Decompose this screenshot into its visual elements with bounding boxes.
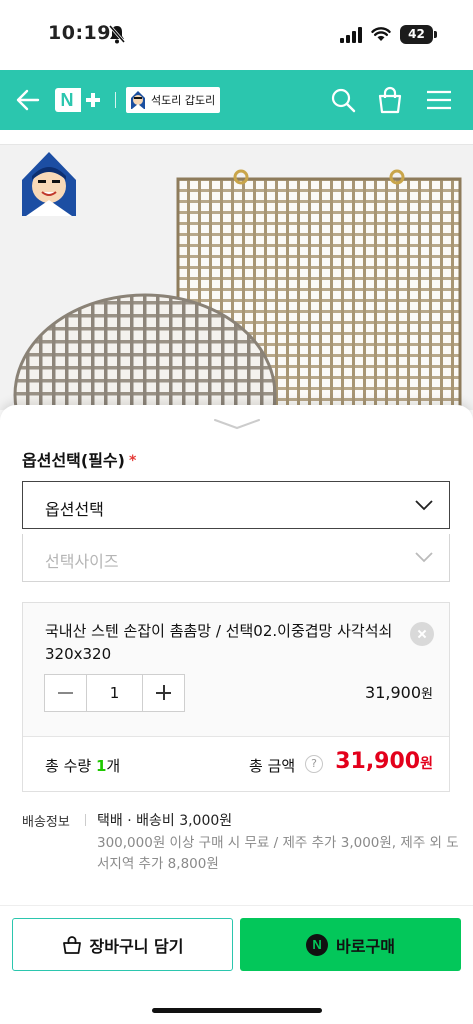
option-sheet: 옵션선택(필수) * 옵션선택 선택사이즈 국내산 스텐 손잡이 촘촘망 / 선택… [0,405,473,1024]
signal-icon [340,27,362,43]
total-amount-label: 총 금액 [249,757,296,775]
selected-item-price: 31,900원 [365,683,433,702]
shipping-fee: 택배 · 배송비 3,000원 [97,813,233,829]
store-badge[interactable]: 석도리 갑도리 [126,87,221,113]
shipping-label: 배송정보 [22,815,70,830]
selected-item-card: 국내산 스텐 손잡이 촘촘망 / 선택02.이중겹망 사각석쇠320x320 1… [22,602,450,792]
quantity-stepper: 1 [44,674,185,712]
n-logo-letter: N [60,90,74,110]
action-divider [0,905,473,906]
selected-item-name: 국내산 스텐 손잡이 촘촘망 / 선택02.이중겹망 사각석쇠320x320 [45,622,393,663]
options-title: 옵션선택(필수) * [22,447,136,471]
shopping-bag-icon [62,935,81,954]
selected-item: 국내산 스텐 손잡이 촘촘망 / 선택02.이중겹망 사각석쇠320x320 1… [23,603,449,736]
total-amount: 31,900원 [335,749,433,774]
total-row: 총 수량 1개 총 금액 ? 31,900원 [23,736,449,791]
total-amount-value: 31,900 [335,749,421,774]
naver-plus-logo[interactable]: N [55,88,105,112]
add-to-cart-button[interactable]: 장바구니 담기 [12,918,233,971]
selected-item-price-value: 31,900 [365,683,422,702]
total-quantity-label: 총 수량 [45,757,92,775]
app-header: N 석도리 갑도리 [0,70,473,130]
size-select[interactable]: 선택사이즈 [22,534,450,582]
status-bar: 10:19 42 [0,0,473,70]
back-arrow-icon[interactable] [14,87,42,113]
battery-icon: 42 [400,25,433,44]
naver-pay-icon: N [306,933,329,956]
home-indicator[interactable] [152,1008,322,1013]
required-mark: * [128,453,137,469]
remove-item-icon[interactable] [410,622,434,646]
shopping-bag-icon[interactable] [377,86,403,114]
quantity-value[interactable]: 1 [86,675,143,711]
selected-item-price-unit: 원 [421,687,433,702]
sheet-collapse-handle-icon[interactable] [213,417,261,431]
buy-now-button[interactable]: N 바로구매 [240,918,461,971]
add-to-cart-label: 장바구니 담기 [89,936,184,956]
store-name: 석도리 갑도리 [151,94,216,107]
battery-cap [434,31,437,38]
plus-icon [81,88,105,112]
store-mascot-icon [131,91,145,109]
status-time: 10:19 [48,22,111,44]
product-top-strip [0,130,473,145]
buy-now-label: 바로구매 [336,936,395,956]
quantity-decrease-button[interactable] [45,675,86,711]
size-select-label: 선택사이즈 [45,552,119,571]
total-quantity-value: 1 [95,757,107,775]
help-icon[interactable]: ? [305,755,323,773]
chevron-down-icon [415,552,433,563]
options-title-text: 옵션선택(필수) [22,451,125,470]
search-icon[interactable] [330,87,356,113]
total-quantity-unit: 개 [106,757,121,775]
option-select-label: 옵션선택 [45,500,104,519]
shipping-divider [85,814,86,826]
product-image[interactable] [0,130,473,410]
option-select[interactable]: 옵션선택 [22,481,450,529]
mascot-logo [22,152,76,216]
total-amount-unit: 원 [420,756,433,772]
menu-icon[interactable] [426,89,452,111]
chevron-down-icon [415,500,433,511]
bell-slash-icon [108,25,126,44]
shipping-note: 300,000원 이상 구매 시 무료 / 제주 추가 3,000원, 제주 외… [97,835,459,872]
header-divider [115,92,116,108]
total-quantity: 총 수량 1개 [45,755,120,776]
wifi-icon [371,27,391,41]
quantity-increase-button[interactable] [143,675,184,711]
